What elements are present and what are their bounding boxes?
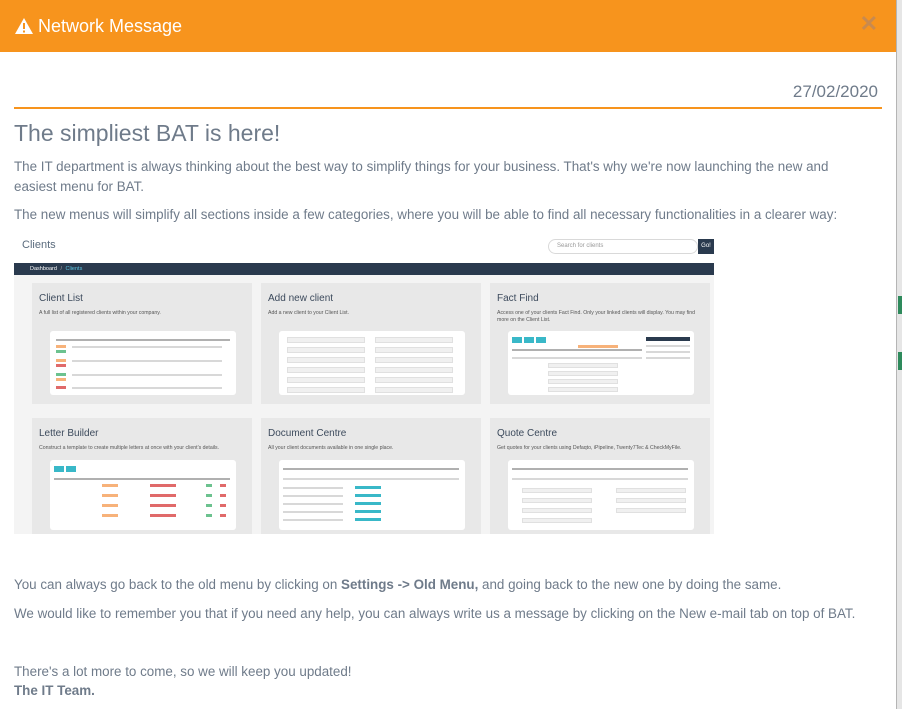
card-thumbnail — [279, 331, 465, 395]
help-text-post: on top of BAT. — [768, 606, 856, 621]
preview-card-fact-find: Fact Find Access one of your clients Fac… — [490, 283, 710, 404]
preview-go-button: Go! — [698, 239, 714, 254]
card-title: Client List — [39, 293, 83, 304]
modal-title: Network Message — [38, 15, 183, 36]
message-heading: The simpliest BAT is here! — [14, 120, 281, 146]
preview-card-add-new-client: Add new client Add a new client to your … — [261, 283, 481, 404]
warning-icon — [15, 18, 33, 34]
new-menu-preview-image: Clients Search for clients Go! Dashboard… — [14, 233, 714, 534]
intro-paragraph: The IT department is always thinking abo… — [14, 159, 829, 194]
close-icon[interactable]: ✕ — [860, 11, 878, 37]
card-thumbnail — [508, 460, 694, 530]
card-title: Add new client — [268, 293, 334, 304]
card-description: Get quotes for your clients using Defaqt… — [497, 445, 682, 451]
background-green-marker — [898, 296, 902, 314]
preview-breadcrumb: Dashboard / Clients — [14, 263, 714, 275]
card-description: Construct a template to create multiple … — [39, 445, 220, 451]
date-divider — [14, 107, 882, 109]
new-email-tab-reference: New e-mail tab — [679, 606, 769, 621]
preview-topbar: Clients Search for clients Go! — [14, 233, 714, 263]
card-description: Add a new client to your Client List. — [268, 310, 350, 316]
preview-card-client-list: Client List A full list of all registere… — [32, 283, 252, 404]
modal-header: Network Message ✕ — [0, 0, 896, 52]
signature: The IT Team. — [14, 683, 95, 698]
card-thumbnail — [50, 331, 236, 395]
card-description: All your client documents available in o… — [268, 445, 394, 451]
menus-paragraph: The new menus will simplify all sections… — [14, 207, 838, 222]
preview-page-title: Clients — [22, 239, 56, 251]
help-paragraph: We would like to remember you that if yo… — [14, 604, 874, 624]
breadcrumb-current: Clients — [65, 266, 83, 272]
background-green-marker — [898, 352, 902, 370]
card-thumbnail — [279, 460, 465, 530]
card-title: Document Centre — [268, 428, 347, 439]
preview-card-document-centre: Document Centre All your client document… — [261, 418, 481, 534]
card-title: Quote Centre — [497, 428, 558, 439]
preview-card-quote-centre: Quote Centre Get quotes for your clients… — [490, 418, 710, 534]
background-page-edge — [896, 0, 902, 709]
breadcrumb-separator: / — [60, 266, 62, 272]
card-thumbnail — [50, 460, 236, 530]
card-description: A full list of all registered clients wi… — [39, 310, 161, 316]
preview-search-input: Search for clients — [548, 239, 698, 254]
old-menu-path: Settings -> Old Menu, — [341, 577, 479, 592]
closing-paragraph: There's a lot more to come, so we will k… — [14, 664, 352, 679]
message-date: 27/02/2020 — [792, 82, 878, 101]
card-thumbnail — [508, 331, 694, 395]
old-menu-text-post: and going back to the new one by doing t… — [478, 577, 782, 592]
breadcrumb-root: Dashboard — [30, 266, 57, 272]
old-menu-paragraph: You can always go back to the old menu b… — [14, 575, 874, 595]
card-title: Letter Builder — [39, 428, 99, 439]
old-menu-text-pre: You can always go back to the old menu b… — [14, 577, 342, 592]
help-text-pre: We would like to remember you that if yo… — [14, 606, 680, 621]
card-description: Access one of your clients Fact Find. On… — [497, 310, 695, 323]
card-title: Fact Find — [497, 293, 539, 304]
network-message-modal: Network Message ✕ 27/02/2020 The simplie… — [0, 0, 896, 709]
preview-card-letter-builder: Letter Builder Construct a template to c… — [32, 418, 252, 534]
